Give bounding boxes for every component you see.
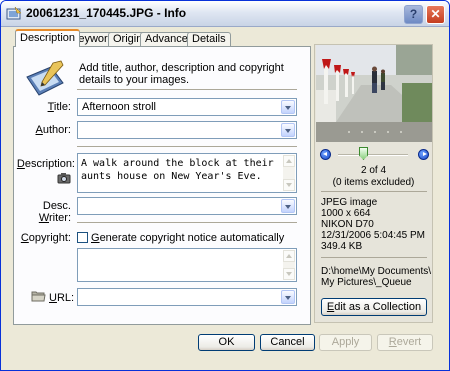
close-icon: ✕ <box>430 7 441 21</box>
pen-tablet-icon <box>26 60 64 96</box>
title-label: Title: <box>47 101 71 113</box>
camera-model: NIKON D70 <box>321 219 374 230</box>
scroll-up-icon[interactable] <box>283 155 295 167</box>
scroll-down-icon[interactable] <box>283 268 295 280</box>
folder-icon <box>31 291 46 302</box>
description-scrollbar[interactable] <box>283 155 295 191</box>
filmstrip-dots <box>348 131 402 133</box>
separator <box>77 89 297 90</box>
info-dialog: 20061231_170445.JPG - Info ? ✕ Descripti… <box>0 0 450 371</box>
excluded-text: (0 items excluded) <box>332 177 415 188</box>
title-bar[interactable]: 20061231_170445.JPG - Info ? ✕ <box>1 1 449 27</box>
tab-label: Details <box>192 33 226 45</box>
help-button[interactable]: ? <box>404 5 423 24</box>
cancel-button[interactable]: Cancel <box>260 334 315 351</box>
prev-arrow-icon[interactable] <box>320 149 331 160</box>
scroll-down-icon[interactable] <box>283 179 295 191</box>
url-label: URL: <box>49 292 75 304</box>
title-value: Afternoon stroll <box>82 101 156 113</box>
url-combobox[interactable] <box>77 288 297 306</box>
image-dimensions: 1000 x 664 <box>321 208 371 219</box>
description-label: Description: <box>16 158 75 170</box>
photo-preview <box>316 45 432 122</box>
file-size: 349.4 KB <box>321 241 363 252</box>
position-slider[interactable] <box>338 154 408 156</box>
tab-description[interactable]: Description <box>15 29 81 47</box>
separator <box>321 191 427 192</box>
copyright-label: Copyright: <box>20 232 71 244</box>
app-icon <box>6 6 22 20</box>
camera-icon <box>57 173 71 184</box>
author-combobox[interactable] <box>77 121 297 139</box>
separator <box>77 146 297 147</box>
desc-writer-combobox[interactable] <box>77 197 297 215</box>
chevron-down-icon[interactable] <box>281 290 295 304</box>
date-taken: 12/31/2006 5:04:45 PM <box>321 230 425 241</box>
tab-label: Origin <box>113 33 143 45</box>
apply-button[interactable]: Apply <box>319 334 372 351</box>
scroll-up-icon[interactable] <box>283 250 295 262</box>
filmstrip-bar <box>316 122 432 142</box>
author-label: Author: <box>35 124 71 136</box>
tab-label: Description <box>20 32 76 44</box>
separator <box>77 222 297 223</box>
copyright-checkbox-label[interactable]: Generate copyright notice automatically <box>91 232 284 244</box>
copyright-checkbox[interactable] <box>77 232 88 243</box>
help-icon: ? <box>409 7 418 21</box>
intro-text: Add title, author, description and copyr… <box>79 62 284 86</box>
tab-details[interactable]: Details <box>187 32 231 47</box>
ok-button[interactable]: OK <box>198 334 255 351</box>
path-line-1: D:\home\My Documents\ <box>321 266 432 277</box>
copyright-scrollbar[interactable] <box>283 250 295 280</box>
close-button[interactable]: ✕ <box>426 5 445 24</box>
description-value: A walk around the block at their aunts h… <box>81 158 274 182</box>
title-combobox[interactable]: Afternoon stroll <box>77 98 297 116</box>
window-title: 20061231_170445.JPG - Info <box>26 6 187 20</box>
path-line-2: My Pictures\_Queue <box>321 277 412 288</box>
desc-writer-label: Desc. Writer: <box>38 200 71 224</box>
chevron-down-icon[interactable] <box>281 199 295 213</box>
separator <box>321 257 427 258</box>
chevron-down-icon[interactable] <box>281 100 295 114</box>
description-textarea[interactable]: A walk around the block at their aunts h… <box>77 153 297 193</box>
file-type: JPEG image <box>321 197 378 208</box>
revert-button[interactable]: Revert <box>377 334 433 351</box>
edit-as-collection-button[interactable]: Edit as a Collection <box>321 298 427 316</box>
chevron-down-icon[interactable] <box>281 123 295 137</box>
copyright-textarea[interactable] <box>77 248 297 282</box>
position-text: 2 of 4 <box>360 165 387 176</box>
next-arrow-icon[interactable] <box>418 149 429 160</box>
